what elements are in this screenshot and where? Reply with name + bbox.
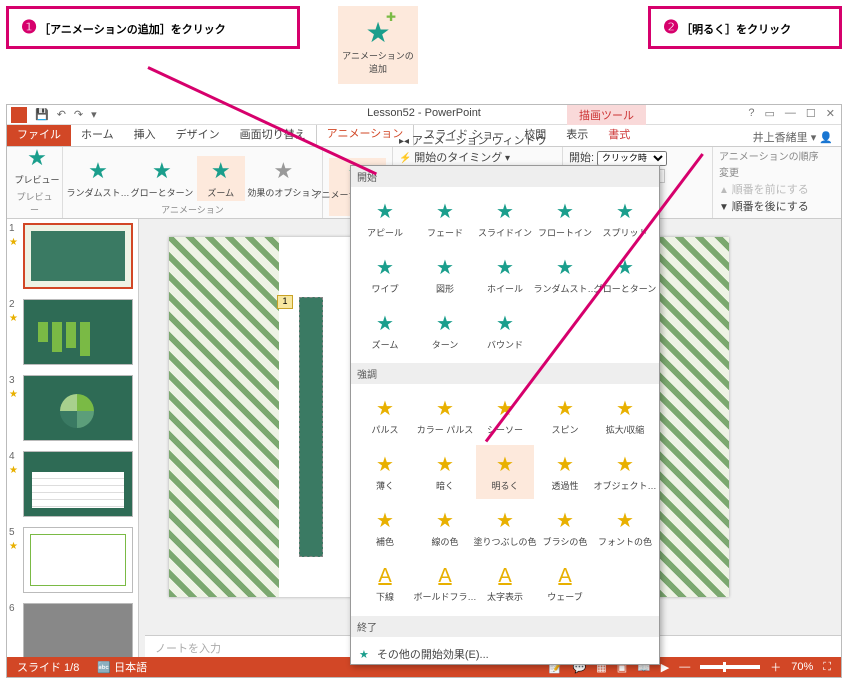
callout-2-num: ❷ xyxy=(663,17,679,37)
slide-thumbnails: 1★ 2★ 3★ 4★ 5★ 6 xyxy=(7,219,139,661)
thumb-3[interactable]: 3★ xyxy=(11,375,134,441)
group-preview: プレビュー xyxy=(13,190,56,216)
reorder-label: アニメーションの順序変更 xyxy=(719,150,827,182)
tab-home[interactable]: ホーム xyxy=(71,122,124,146)
move-later-button[interactable]: ▼ 順番を後にする xyxy=(719,199,827,216)
zoom-level[interactable]: 70% xyxy=(791,661,813,673)
entrance-スプリット[interactable]: ★スプリット xyxy=(596,192,654,246)
selected-shape[interactable] xyxy=(299,297,323,557)
entrance-ターン[interactable]: ★ターン xyxy=(416,304,474,358)
callout-2-text: ［明るく］をクリック xyxy=(681,24,791,36)
zoom-in-button[interactable]: ＋ xyxy=(770,659,781,675)
emphasis-パルス[interactable]: ★パルス xyxy=(356,389,414,443)
emphasis-補色[interactable]: ★補色 xyxy=(356,501,414,555)
entrance-スライドイン[interactable]: ★スライドイン xyxy=(476,192,534,246)
anim-random[interactable]: ★ランダムスト… xyxy=(69,156,127,201)
entrance-図形[interactable]: ★図形 xyxy=(416,248,474,302)
effect-options-button[interactable]: ★効果のオプション xyxy=(251,156,316,201)
emphasis-下線[interactable]: A下線 xyxy=(356,557,414,611)
tab-insert[interactable]: 挿入 xyxy=(124,122,166,146)
emphasis-フォントの色[interactable]: ★フォントの色 xyxy=(596,501,654,555)
quick-access-toolbar: 💾 ↶ ↷ ▾ xyxy=(35,108,97,121)
save-icon[interactable]: 💾 xyxy=(35,108,49,121)
leaf-pattern-left xyxy=(169,237,279,597)
emphasis-線の色[interactable]: ★線の色 xyxy=(416,501,474,555)
help-icon[interactable]: ? xyxy=(748,107,754,120)
qat-more-icon[interactable]: ▾ xyxy=(91,108,97,121)
emphasis-カラー パルス[interactable]: ★カラー パルス xyxy=(416,389,474,443)
emphasis-明るく[interactable]: ★明るく xyxy=(476,445,534,499)
entrance-ワイプ[interactable]: ★ワイプ xyxy=(356,248,414,302)
thumb-6[interactable]: 6 xyxy=(11,603,134,661)
start-label: 開始: xyxy=(569,152,594,164)
add-animation-highlight: ✚ ★ アニメーションの追加 xyxy=(338,6,418,84)
maximize-icon[interactable]: ☐ xyxy=(806,107,816,120)
callout-1-num: ❶ xyxy=(21,17,37,37)
thumb-5[interactable]: 5★ xyxy=(11,527,134,593)
emphasis-ボールドフラ…[interactable]: Aボールドフラ… xyxy=(416,557,474,611)
add-animation-label: アニメーションの追加 xyxy=(338,49,418,75)
entrance-バウンド[interactable]: ★バウンド xyxy=(476,304,534,358)
entrance-アピール[interactable]: ★アピール xyxy=(356,192,414,246)
emphasis-スピン[interactable]: ★スピン xyxy=(536,389,594,443)
zoom-out-button[interactable]: — xyxy=(679,661,690,673)
emphasis-拡大/収縮[interactable]: ★拡大/収縮 xyxy=(596,389,654,443)
emphasis-透過性[interactable]: ★透過性 xyxy=(536,445,594,499)
emphasis-オブジェクト…[interactable]: ★オブジェクト… xyxy=(596,445,654,499)
entrance-フェード[interactable]: ★フェード xyxy=(416,192,474,246)
entrance-ズーム[interactable]: ★ズーム xyxy=(356,304,414,358)
section-exit: 終了 xyxy=(351,616,659,637)
powerpoint-window: 💾 ↶ ↷ ▾ Lesson52 - PowerPoint 描画ツール ? ▭ … xyxy=(6,104,842,678)
emphasis-塗りつぶしの色[interactable]: ★塗りつぶしの色 xyxy=(476,501,534,555)
anim-zoom[interactable]: ★ズーム xyxy=(197,156,245,201)
fit-window-button[interactable]: ⛶ xyxy=(823,661,831,674)
entrance-ホイール[interactable]: ★ホイール xyxy=(476,248,534,302)
section-entrance: 開始 xyxy=(351,166,659,187)
entrance-ランダムスト…[interactable]: ★ランダムスト… xyxy=(536,248,594,302)
slide-counter[interactable]: スライド 1/8 xyxy=(17,659,79,675)
powerpoint-icon xyxy=(11,107,27,123)
callout-2: ❷［明るく］をクリック xyxy=(648,6,842,49)
emphasis-太字表示[interactable]: A太字表示 xyxy=(476,557,534,611)
thumb-1[interactable]: 1★ xyxy=(11,223,134,289)
ribbon-opts-icon[interactable]: ▭ xyxy=(765,107,775,120)
preview-button[interactable]: ★プレビュー xyxy=(13,143,61,188)
more-entrance-effects[interactable]: ★その他の開始効果(E)... xyxy=(351,641,659,665)
zoom-slider[interactable] xyxy=(700,665,760,669)
minimize-icon[interactable]: — xyxy=(785,107,796,120)
thumb-2[interactable]: 2★ xyxy=(11,299,134,365)
tab-design[interactable]: デザイン xyxy=(166,122,230,146)
emphasis-ウェーブ[interactable]: Aウェーブ xyxy=(536,557,594,611)
anim-glow[interactable]: ★グローとターン xyxy=(133,156,191,201)
move-earlier-button[interactable]: ▲ 順番を前にする xyxy=(719,182,827,199)
contextual-tab-label: 描画ツール xyxy=(567,105,646,125)
emphasis-ブラシの色[interactable]: ★ブラシの色 xyxy=(536,501,594,555)
plus-icon: ✚ xyxy=(386,10,396,24)
anim-pane-button[interactable]: ▸◂ アニメーション ウィンドウ xyxy=(399,133,556,150)
animation-tag[interactable]: 1 xyxy=(277,295,293,309)
tab-view[interactable]: 表示 xyxy=(556,122,598,146)
language-button[interactable]: 🔤 日本語 xyxy=(97,659,147,675)
callout-1: ❶［アニメーションの追加］をクリック xyxy=(6,6,300,49)
close-icon[interactable]: ✕ xyxy=(826,107,835,120)
undo-icon[interactable]: ↶ xyxy=(57,108,66,121)
start-select[interactable]: クリック時 xyxy=(597,151,667,166)
tab-format[interactable]: 書式 xyxy=(598,122,640,146)
thumb-4[interactable]: 4★ xyxy=(11,451,134,517)
section-emphasis: 強調 xyxy=(351,363,659,384)
emphasis-薄く[interactable]: ★薄く xyxy=(356,445,414,499)
entrance-フロートイン[interactable]: ★フロートイン xyxy=(536,192,594,246)
callout-1-text: ［アニメーションの追加］をクリック xyxy=(39,24,226,36)
redo-icon[interactable]: ↷ xyxy=(74,108,83,121)
emphasis-暗く[interactable]: ★暗く xyxy=(416,445,474,499)
window-title: Lesson52 - PowerPoint xyxy=(367,107,481,119)
user-name[interactable]: 井上香緒里 ▾ 👤 xyxy=(753,129,833,145)
slideshow-view-button[interactable]: ▶ xyxy=(661,661,669,674)
group-animation: アニメーション xyxy=(69,203,316,216)
title-bar: 💾 ↶ ↷ ▾ Lesson52 - PowerPoint 描画ツール ? ▭ … xyxy=(7,105,841,125)
